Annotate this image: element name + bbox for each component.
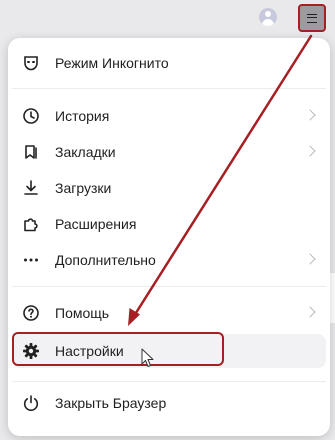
- help-icon: [23, 305, 39, 321]
- chevron-right-icon: [304, 109, 316, 121]
- menu-item-label: Загрузки: [55, 180, 112, 196]
- incognito-mask-icon: [24, 56, 38, 71]
- main-menu-panel: Режим Инкогнито История Закладки Загрузк…: [8, 38, 330, 436]
- chevron-right-icon: [304, 145, 316, 157]
- menu-item-close-browser[interactable]: Закрыть Браузер: [12, 386, 326, 420]
- menu-divider: [12, 88, 326, 89]
- menu-item-bookmarks[interactable]: Закладки: [12, 135, 326, 169]
- menu-item-label: Закладки: [55, 144, 116, 160]
- browser-toolbar: [0, 0, 335, 36]
- menu-item-more[interactable]: Дополнительно: [12, 243, 326, 277]
- hamburger-icon: [307, 13, 317, 23]
- chevron-right-icon: [304, 306, 316, 318]
- menu-item-incognito[interactable]: Режим Инкогнито: [12, 46, 326, 80]
- mouse-cursor-icon: [141, 348, 154, 367]
- puzzle-icon: [24, 218, 38, 232]
- menu-divider: [12, 381, 326, 382]
- menu-item-downloads[interactable]: Загрузки: [12, 171, 326, 205]
- power-icon: [23, 395, 39, 411]
- menu-item-help[interactable]: Помощь: [12, 296, 326, 330]
- menu-item-label: История: [55, 108, 110, 124]
- menu-item-label: Закрыть Браузер: [55, 395, 167, 411]
- clock-icon: [23, 108, 39, 124]
- menu-item-history[interactable]: История: [12, 99, 326, 133]
- settings-highlight-box: [12, 332, 224, 366]
- bookmarks-icon: [25, 145, 37, 159]
- menu-item-label: Расширения: [55, 216, 137, 232]
- profile-avatar-icon[interactable]: [259, 8, 277, 26]
- menu-item-label: Помощь: [55, 305, 110, 321]
- menu-item-extensions[interactable]: Расширения: [12, 207, 326, 241]
- download-icon: [24, 180, 38, 195]
- main-menu-button[interactable]: [298, 4, 326, 32]
- menu-divider: [12, 286, 326, 287]
- menu-item-label: Режим Инкогнито: [55, 55, 169, 71]
- menu-item-label: Дополнительно: [55, 252, 156, 268]
- more-dots-icon: [24, 258, 38, 262]
- chevron-right-icon: [304, 253, 316, 265]
